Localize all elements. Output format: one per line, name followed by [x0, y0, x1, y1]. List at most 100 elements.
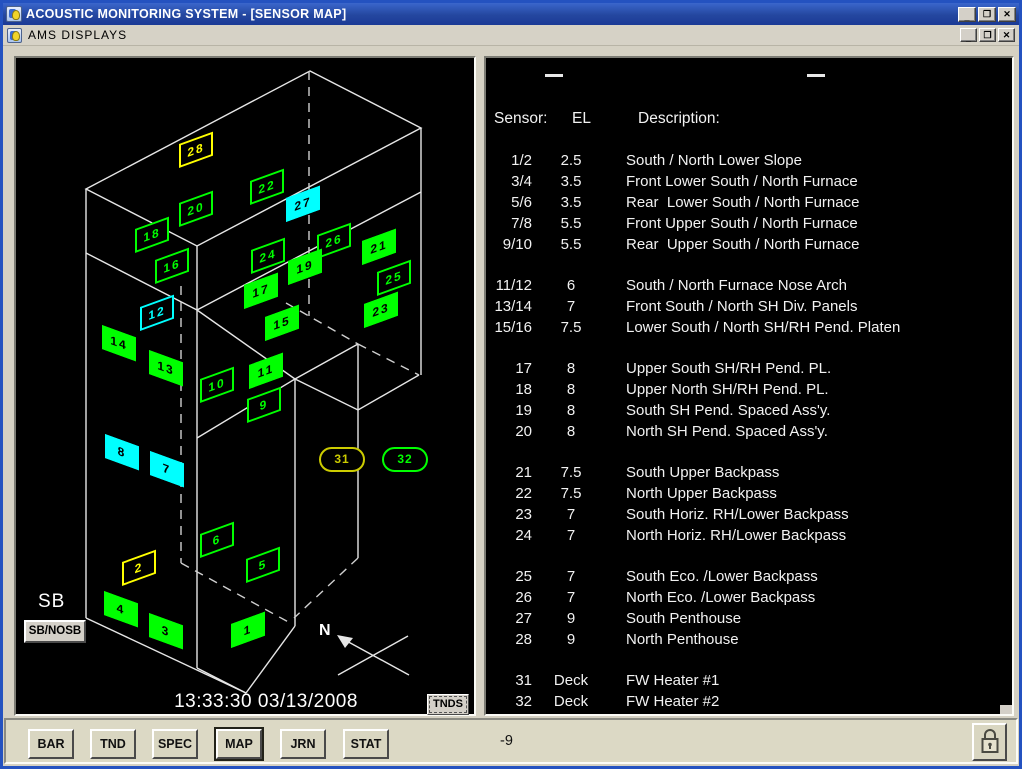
sensor-number: 18 [486, 381, 532, 398]
table-row: 9/10 5.5 Rear Upper South / North Furnace [486, 234, 1012, 255]
sensor-description: South Penthouse [626, 610, 741, 627]
sensor-number: 23 [486, 506, 532, 523]
sensor-description: Front South / North SH Div. Panels [626, 298, 857, 315]
sensor-description: North SH Pend. Spaced Ass'y. [626, 423, 828, 440]
sensor-box-31[interactable]: 31 [319, 447, 365, 472]
child-close-button[interactable]: ✕ [998, 28, 1015, 42]
sb-nosb-button[interactable]: SB/NOSB [24, 620, 86, 643]
sensor-description: Rear Upper South / North Furnace [626, 236, 859, 253]
sensor-description: North Eco. /Lower Backpass [626, 589, 815, 606]
bar-button[interactable]: BAR [28, 729, 74, 759]
sensor-elevation: 8 [538, 381, 604, 398]
sensor-number: 25 [486, 568, 532, 585]
sensor-number: 21 [486, 464, 532, 481]
sensor-elevation: 3.5 [538, 173, 604, 190]
sb-label: SB [38, 591, 65, 613]
sensor-number: 27 [486, 610, 532, 627]
sensor-description: Lower South / North SH/RH Pend. Platen [626, 319, 900, 336]
boiler-map-canvas: 2822202718262116241925171215231413111098… [14, 56, 476, 716]
sensor-elevation: 6 [538, 277, 604, 294]
table-row: 217.5South Upper Backpass [486, 462, 1012, 483]
table-row: 27 9 South Penthouse [486, 608, 1012, 629]
sensor-number: 28 [486, 631, 532, 648]
bottom-toolbar: BARTNDSPECMAPJRNSTAT -9 [4, 718, 1018, 764]
sensor-elevation: 7.5 [538, 319, 604, 336]
sensor-box-32[interactable]: 32 [382, 447, 428, 472]
sensor-number: 15/16 [486, 319, 532, 336]
table-row: 15/16 7.5 Lower South / North SH/RH Pend. … [486, 317, 1012, 338]
tnds-button[interactable]: TNDS [427, 694, 469, 715]
sensor-description: South SH Pend. Spaced Ass'y. [626, 402, 830, 419]
table-row: 178Upper South SH/RH Pend. PL. [486, 358, 1012, 379]
stat-button[interactable]: STAT [343, 729, 389, 759]
sensor-description: Front Upper South / North Furnace [626, 215, 858, 232]
sensor-number: 3/4 [486, 173, 532, 190]
sensor-description: South / North Furnace Nose Arch [626, 277, 847, 294]
child-window-icon [7, 28, 22, 43]
sensor-elevation: 7 [538, 527, 604, 544]
map-button[interactable]: MAP [216, 729, 262, 759]
lock-button[interactable] [972, 723, 1007, 761]
sensor-number: 32 [486, 693, 532, 710]
sensor-number: 26 [486, 589, 532, 606]
padlock-icon [979, 728, 1001, 756]
sensor-number: 19 [486, 402, 532, 419]
table-row: 267North Eco. /Lower Backpass [486, 587, 1012, 608]
sensor-number: 13/14 [486, 298, 532, 315]
sensor-description: Front Lower South / North Furnace [626, 173, 858, 190]
minimize-button[interactable]: _ [958, 7, 976, 22]
table-row: 18 8 Upper North SH/RH Pend. PL. [486, 379, 1012, 400]
compass-north-label: N [319, 622, 331, 640]
jrn-button[interactable]: JRN [280, 729, 326, 759]
sensor-number: 7/8 [486, 215, 532, 232]
sensor-elevation: 7 [538, 506, 604, 523]
sensor-number: 9/10 [486, 236, 532, 253]
resize-grip [1000, 705, 1012, 714]
boiler-wireframe [16, 58, 474, 714]
sensor-number: 11/12 [486, 277, 532, 294]
sensor-description: FW Heater #2 [626, 693, 719, 710]
compass-icon [337, 635, 409, 675]
sensor-elevation: 9 [538, 610, 604, 627]
table-row: 227.5North Upper Backpass [486, 483, 1012, 504]
child-restore-button[interactable]: ❐ [979, 28, 996, 42]
table-row: 257South Eco. /Lower Backpass [486, 566, 1012, 587]
col-sensor: Sensor: [494, 110, 547, 128]
sensor-number: 5/6 [486, 194, 532, 211]
sensor-list: 1/22.5South / North Lower Slope 3/4 3.5 Fro… [486, 150, 1012, 732]
child-minimize-button[interactable]: _ [960, 28, 977, 42]
sensor-legend-panel: Sensor: EL Description: 1/22.5South / No… [484, 56, 1014, 716]
sensor-group: 257South Eco. /Lower Backpass267North Ec… [486, 566, 1012, 650]
tick-dash [545, 74, 563, 77]
sensor-description: North Penthouse [626, 631, 739, 648]
sensor-group: 11/12 6 South / North Furnace Nose Arch 13/… [486, 275, 1012, 338]
sensor-elevation: 8 [538, 402, 604, 419]
table-row: 247North Horiz. RH/Lower Backpass [486, 525, 1012, 546]
sensor-elevation: Deck [538, 672, 604, 689]
menu-item-ams-displays[interactable]: AMS DISPLAYS [28, 28, 960, 42]
spec-button[interactable]: SPEC [152, 729, 198, 759]
tnd-button[interactable]: TND [90, 729, 136, 759]
table-row: 3/4 3.5 Front Lower South / North Furnace [486, 171, 1012, 192]
sensor-description: Upper North SH/RH Pend. PL. [626, 381, 829, 398]
sensor-description: South / North Lower Slope [626, 152, 802, 169]
col-el: EL [572, 110, 591, 128]
sensor-number: 17 [486, 360, 532, 377]
close-button[interactable]: ✕ [998, 7, 1016, 22]
sensor-description: North Horiz. RH/Lower Backpass [626, 527, 846, 544]
app-window: ACOUSTIC MONITORING SYSTEM - [SENSOR MAP… [0, 0, 1022, 769]
sensor-elevation: 5.5 [538, 236, 604, 253]
sensor-group: 1/22.5South / North Lower Slope 3/4 3.5 Fro… [486, 150, 1012, 255]
sensor-number: 31 [486, 672, 532, 689]
sensor-elevation: 3.5 [538, 194, 604, 211]
sensor-description: Rear Lower South / North Furnace [626, 194, 859, 211]
title-bar: ACOUSTIC MONITORING SYSTEM - [SENSOR MAP… [3, 3, 1019, 25]
sensor-elevation: 8 [538, 423, 604, 440]
table-row: 13/147Front South / North SH Div. Panels [486, 296, 1012, 317]
table-row: 1/22.5South / North Lower Slope [486, 150, 1012, 171]
sensor-group: 31DeckFW Heater #132DeckFW Heater #2 [486, 670, 1012, 712]
sensor-description: North Upper Backpass [626, 485, 777, 502]
timestamp: 13:33:30 03/13/2008 [156, 691, 376, 713]
sensor-description: South Horiz. RH/Lower Backpass [626, 506, 849, 523]
restore-button[interactable]: ❐ [978, 7, 996, 22]
